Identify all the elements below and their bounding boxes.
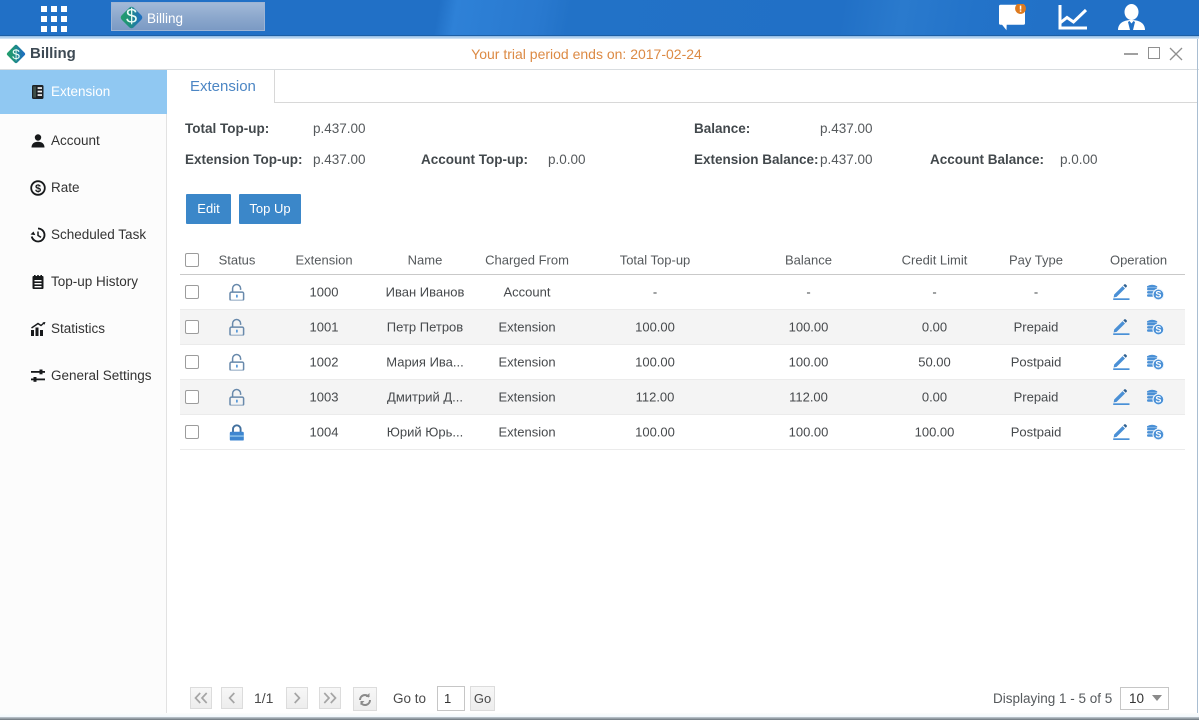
- svg-text:S: S: [1155, 395, 1161, 405]
- svg-text:S: S: [1155, 360, 1161, 370]
- svg-text:S: S: [1155, 430, 1161, 440]
- svg-text:$: $: [35, 183, 41, 195]
- svg-text:S: S: [1155, 290, 1161, 300]
- svg-text:S: S: [1155, 325, 1161, 335]
